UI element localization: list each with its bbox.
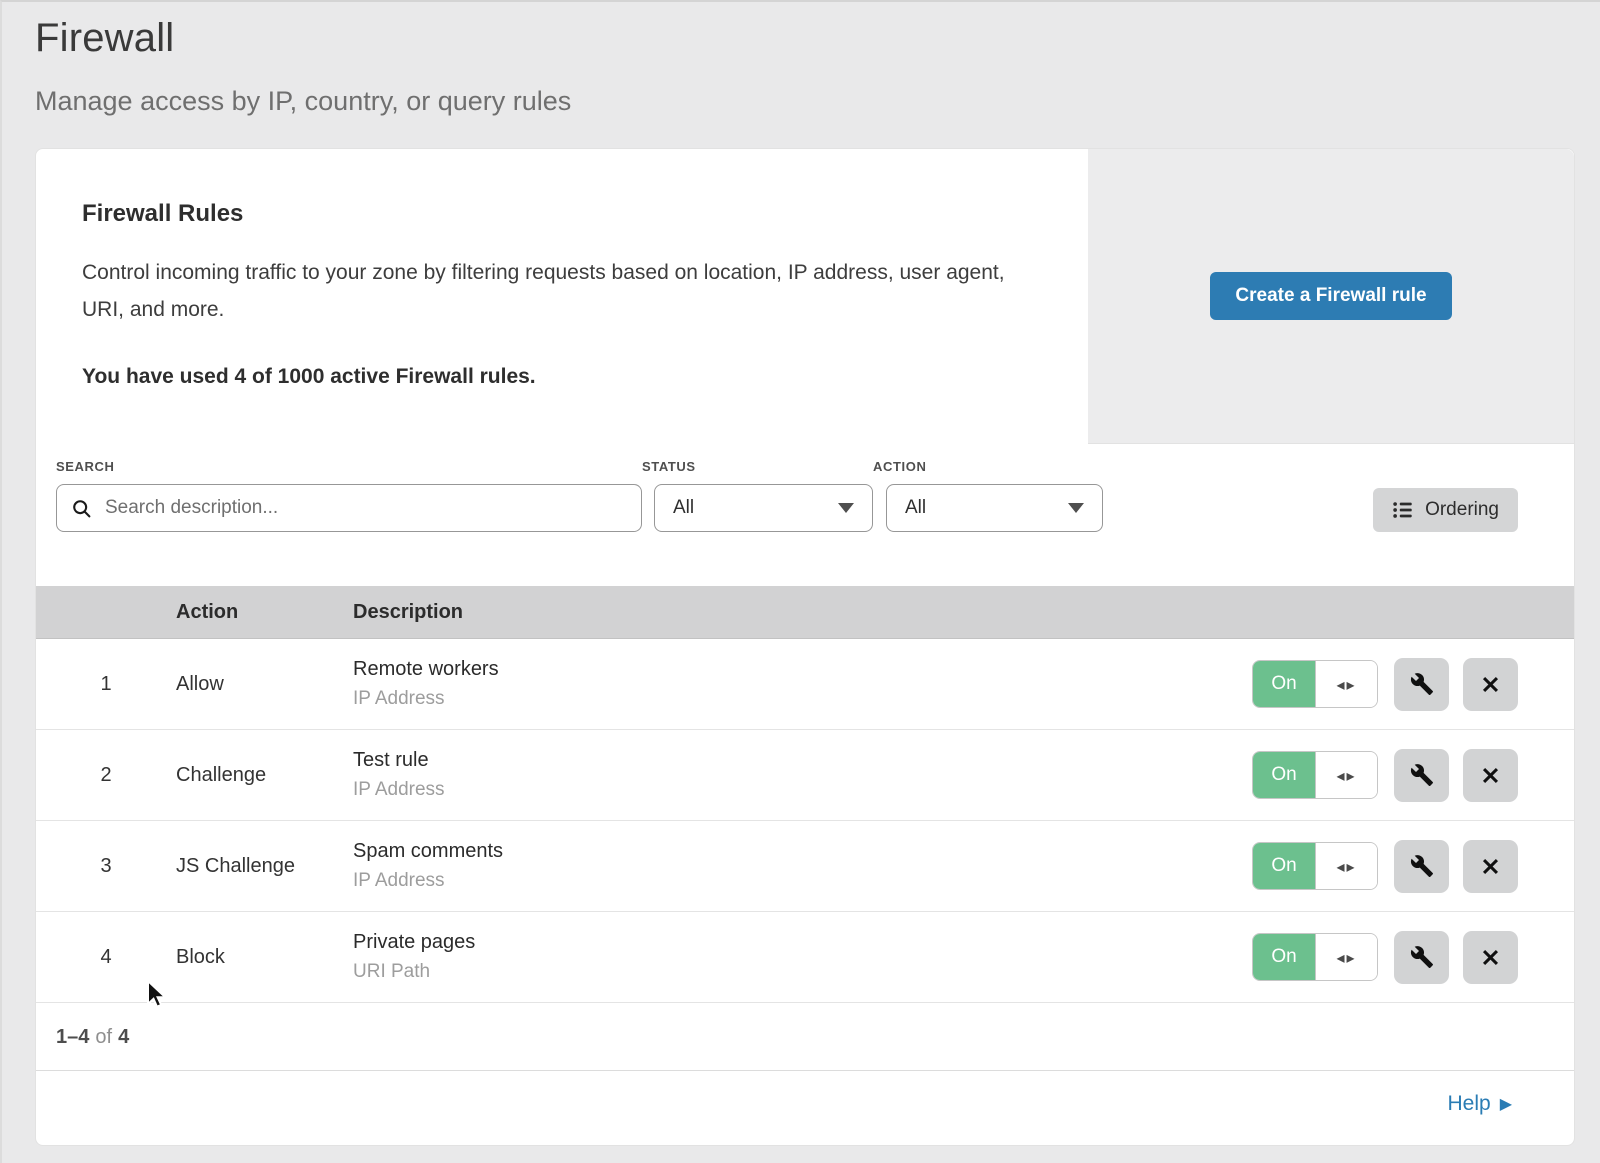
status-select[interactable]: All bbox=[654, 484, 873, 532]
create-firewall-rule-button[interactable]: Create a Firewall rule bbox=[1210, 272, 1451, 320]
pagination-range: 1–4 bbox=[56, 1026, 89, 1048]
status-select-value: All bbox=[673, 497, 694, 519]
table-row: 2 Challenge Test rule IP Address On ◂▸ bbox=[36, 730, 1574, 821]
rule-match-type: IP Address bbox=[353, 779, 1252, 801]
pagination-total: 4 bbox=[118, 1026, 129, 1048]
ordering-button-label: Ordering bbox=[1425, 499, 1499, 521]
toggle-arrows-icon: ◂▸ bbox=[1316, 752, 1377, 798]
rule-match-type: URI Path bbox=[353, 961, 1252, 983]
edit-rule-button[interactable] bbox=[1394, 749, 1449, 802]
status-filter-group: STATUS All bbox=[642, 459, 873, 532]
search-box[interactable] bbox=[56, 484, 642, 532]
firewall-rules-card: Firewall Rules Control incoming traffic … bbox=[35, 148, 1575, 1146]
firewall-page: Firewall Manage access by IP, country, o… bbox=[2, 2, 1600, 1146]
delete-rule-button[interactable] bbox=[1463, 840, 1518, 893]
toggle-on-label: On bbox=[1253, 843, 1316, 889]
rule-action: Challenge bbox=[176, 764, 353, 787]
toggle-on-label: On bbox=[1253, 752, 1316, 798]
page-subtitle: Manage access by IP, country, or query r… bbox=[35, 86, 1573, 117]
rule-description-cell: Remote workers IP Address bbox=[353, 658, 1252, 710]
delete-rule-button[interactable] bbox=[1463, 658, 1518, 711]
table-row: 3 JS Challenge Spam comments IP Address … bbox=[36, 821, 1574, 912]
rule-controls: On ◂▸ bbox=[1252, 931, 1574, 984]
wrench-icon bbox=[1410, 763, 1434, 787]
help-arrow-icon: ▶ bbox=[1500, 1096, 1512, 1112]
chevron-down-icon bbox=[838, 503, 854, 513]
rule-description: Remote workers bbox=[353, 658, 1252, 681]
rule-controls: On ◂▸ bbox=[1252, 749, 1574, 802]
toggle-arrows-icon: ◂▸ bbox=[1316, 843, 1377, 889]
filter-bar: SEARCH STATUS All ACTION bbox=[36, 444, 1574, 586]
toggle-arrows-icon: ◂▸ bbox=[1316, 661, 1377, 707]
edit-rule-button[interactable] bbox=[1394, 840, 1449, 893]
action-column-header: Action bbox=[176, 601, 353, 624]
ordering-button[interactable]: Ordering bbox=[1373, 488, 1518, 532]
status-label: STATUS bbox=[642, 459, 873, 474]
rule-enabled-toggle[interactable]: On ◂▸ bbox=[1252, 660, 1378, 708]
edit-rule-button[interactable] bbox=[1394, 931, 1449, 984]
rule-priority: 1 bbox=[36, 673, 176, 696]
table-row: 4 Block Private pages URI Path On ◂▸ bbox=[36, 912, 1574, 1003]
rules-table-body: 1 Allow Remote workers IP Address On ◂▸ bbox=[36, 639, 1574, 1003]
rule-enabled-toggle[interactable]: On ◂▸ bbox=[1252, 933, 1378, 981]
close-icon bbox=[1479, 855, 1502, 878]
chevron-down-icon bbox=[1068, 503, 1084, 513]
action-select[interactable]: All bbox=[886, 484, 1103, 532]
help-link[interactable]: Help ▶ bbox=[1447, 1092, 1512, 1116]
rule-controls: On ◂▸ bbox=[1252, 840, 1574, 893]
card-description: Control incoming traffic to your zone by… bbox=[82, 255, 1028, 329]
rule-controls: On ◂▸ bbox=[1252, 658, 1574, 711]
create-rule-panel: Create a Firewall rule bbox=[1088, 149, 1574, 444]
toggle-arrows-icon: ◂▸ bbox=[1316, 934, 1377, 980]
delete-rule-button[interactable] bbox=[1463, 931, 1518, 984]
usage-summary: You have used 4 of 1000 active Firewall … bbox=[82, 365, 1028, 389]
search-label: SEARCH bbox=[56, 459, 642, 474]
table-header: Action Description bbox=[36, 586, 1574, 639]
wrench-icon bbox=[1410, 945, 1434, 969]
delete-rule-button[interactable] bbox=[1463, 749, 1518, 802]
card-heading: Firewall Rules bbox=[82, 200, 1028, 228]
toggle-on-label: On bbox=[1253, 934, 1316, 980]
wrench-icon bbox=[1410, 854, 1434, 878]
description-column-header: Description bbox=[353, 601, 1574, 624]
rule-priority: 3 bbox=[36, 855, 176, 878]
rule-description-cell: Test rule IP Address bbox=[353, 749, 1252, 801]
card-intro: Firewall Rules Control incoming traffic … bbox=[36, 149, 1088, 444]
close-icon bbox=[1479, 946, 1502, 969]
wrench-icon bbox=[1410, 672, 1434, 696]
pagination-of: of bbox=[89, 1026, 118, 1048]
help-row: Help ▶ bbox=[36, 1071, 1574, 1145]
rule-description: Test rule bbox=[353, 749, 1252, 772]
rule-description-cell: Spam comments IP Address bbox=[353, 840, 1252, 892]
search-filter-group: SEARCH bbox=[56, 459, 642, 532]
action-filter-group: ACTION All bbox=[873, 459, 1103, 532]
rule-priority: 4 bbox=[36, 946, 176, 969]
search-input[interactable] bbox=[103, 496, 627, 520]
page-title: Firewall bbox=[35, 16, 1573, 61]
card-top-section: Firewall Rules Control incoming traffic … bbox=[36, 149, 1574, 444]
rule-match-type: IP Address bbox=[353, 688, 1252, 710]
rule-priority: 2 bbox=[36, 764, 176, 787]
rule-action: JS Challenge bbox=[176, 855, 353, 878]
rule-action: Allow bbox=[176, 673, 353, 696]
rule-description: Private pages bbox=[353, 931, 1252, 954]
table-row: 1 Allow Remote workers IP Address On ◂▸ bbox=[36, 639, 1574, 730]
list-ordering-icon bbox=[1392, 499, 1414, 521]
rule-description: Spam comments bbox=[353, 840, 1252, 863]
rule-enabled-toggle[interactable]: On ◂▸ bbox=[1252, 842, 1378, 890]
rule-match-type: IP Address bbox=[353, 870, 1252, 892]
pagination-status: 1–4of4 bbox=[36, 1003, 1574, 1071]
rule-action: Block bbox=[176, 946, 353, 969]
close-icon bbox=[1479, 673, 1502, 696]
action-label: ACTION bbox=[873, 459, 1103, 474]
rule-enabled-toggle[interactable]: On ◂▸ bbox=[1252, 751, 1378, 799]
toggle-on-label: On bbox=[1253, 661, 1316, 707]
edit-rule-button[interactable] bbox=[1394, 658, 1449, 711]
rule-description-cell: Private pages URI Path bbox=[353, 931, 1252, 983]
close-icon bbox=[1479, 764, 1502, 787]
help-link-label: Help bbox=[1447, 1092, 1490, 1116]
action-select-value: All bbox=[905, 497, 926, 519]
search-icon bbox=[71, 498, 92, 519]
